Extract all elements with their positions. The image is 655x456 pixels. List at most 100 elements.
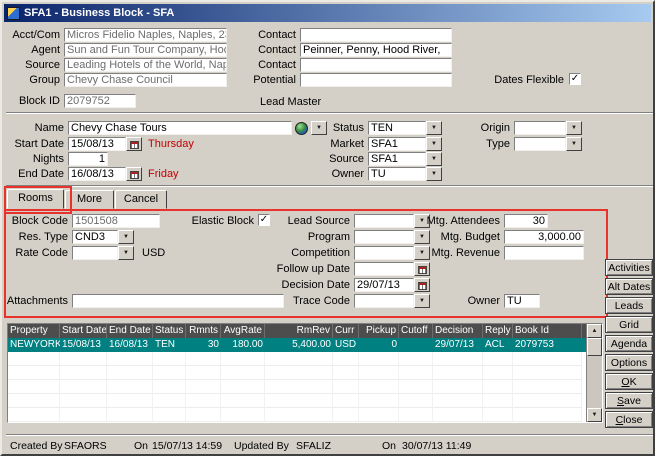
source-company-field[interactable]: Leading Hotels of the World, Naples, — [64, 58, 227, 72]
name-field[interactable]: Chevy Chase Tours — [68, 121, 292, 135]
grid-header-col-8[interactable]: Pickup — [359, 324, 399, 338]
end-date-field[interactable]: 16/08/13 — [68, 167, 126, 181]
grid-header-col-6[interactable]: RmRev — [265, 324, 333, 338]
follow-up-date-calendar-icon[interactable] — [414, 262, 430, 276]
follow-up-date-field[interactable] — [354, 262, 414, 276]
program-field[interactable] — [354, 230, 414, 244]
rate-code-label: Rate Code — [4, 247, 68, 260]
res-type-field[interactable]: CND3 — [72, 230, 118, 244]
grid-header-col-3[interactable]: Status — [153, 324, 186, 338]
rate-code-field[interactable] — [72, 246, 118, 260]
status-dropdown-arrow-icon[interactable]: ▼ — [426, 121, 442, 135]
grid-header-col-0[interactable]: Property — [8, 324, 60, 338]
tab-rooms[interactable]: Rooms — [7, 189, 64, 209]
grid-cell — [60, 366, 107, 380]
grid-header-col-11[interactable]: Reply — [483, 324, 513, 338]
grid-header-col-4[interactable]: Rmnts — [186, 324, 221, 338]
side-button-ok[interactable]: OK — [605, 373, 653, 390]
grid-row-empty[interactable] — [8, 394, 586, 408]
side-button-close[interactable]: Close — [605, 411, 653, 428]
res-type-dropdown-arrow-icon[interactable]: ▼ — [118, 230, 134, 244]
market-field[interactable]: SFA1 — [368, 137, 426, 151]
nights-field[interactable]: 1 — [68, 152, 108, 166]
owner-dropdown-arrow-icon[interactable]: ▼ — [426, 167, 442, 181]
grid-cell — [513, 394, 582, 408]
mtg-revenue-label: Mtg. Revenue — [416, 247, 500, 260]
acct-com-field[interactable]: Micros Fidelio Naples, Naples, 239-6 — [64, 28, 227, 42]
rate-code-dropdown-arrow-icon[interactable]: ▼ — [118, 246, 134, 260]
origin-label: Origin — [452, 122, 510, 135]
side-button-save[interactable]: Save — [605, 392, 653, 409]
grid-row-empty[interactable] — [8, 352, 586, 366]
scroll-up-icon[interactable]: ▲ — [587, 324, 602, 338]
side-button-options[interactable]: Options — [605, 354, 653, 371]
divider-footer — [6, 434, 653, 436]
source-label: Source — [324, 153, 364, 166]
elastic-block-checkbox[interactable] — [258, 214, 270, 226]
side-button-agenda[interactable]: Agenda — [605, 335, 653, 352]
origin-field[interactable] — [514, 121, 566, 135]
tab-more[interactable]: More — [65, 190, 114, 209]
competition-field[interactable] — [354, 246, 414, 260]
mtg-attendees-field[interactable]: 30 — [504, 214, 548, 228]
group-label: Group — [4, 74, 60, 87]
grid-cell — [186, 380, 221, 394]
agent-field[interactable]: Sun and Fun Tour Company, Hood Ri — [64, 43, 227, 57]
grid-scrollbar[interactable]: ▲ ▼ — [586, 324, 602, 422]
scroll-down-icon[interactable]: ▼ — [587, 408, 602, 422]
side-button-leads[interactable]: Leads — [605, 297, 653, 314]
start-date-field[interactable]: 15/08/13 — [68, 137, 126, 151]
grid-header-col-1[interactable]: Start Date — [60, 324, 107, 338]
source-dropdown-arrow-icon[interactable]: ▼ — [426, 152, 442, 166]
grid-header-col-5[interactable]: AvgRate — [221, 324, 265, 338]
side-button-activities[interactable]: Activities — [605, 259, 653, 276]
decision-date-field[interactable]: 29/07/13 — [354, 278, 414, 292]
potential-field[interactable] — [300, 73, 452, 87]
scroll-thumb[interactable] — [587, 338, 602, 356]
contact2-field[interactable]: Peinner, Penny, Hood River, — [300, 43, 452, 57]
titlebar[interactable]: SFA1 - Business Block - SFA — [4, 4, 651, 22]
trace-code-field[interactable] — [354, 294, 414, 308]
side-button-alt-dates[interactable]: Alt Dates — [605, 278, 653, 295]
grid-row-selected[interactable]: NEWYORK15/08/1316/08/13TEN30180.005,400.… — [8, 338, 586, 352]
block-code-field[interactable]: 1501508 — [72, 214, 160, 228]
app-icon[interactable] — [7, 7, 20, 20]
group-field[interactable]: Chevy Chase Council — [64, 73, 227, 87]
contact3-field[interactable] — [300, 58, 452, 72]
status-field[interactable]: TEN — [368, 121, 426, 135]
globe-icon[interactable] — [295, 122, 308, 135]
scroll-track[interactable] — [587, 356, 602, 408]
source-field[interactable]: SFA1 — [368, 152, 426, 166]
mtg-revenue-field[interactable] — [504, 246, 584, 260]
market-dropdown-arrow-icon[interactable]: ▼ — [426, 137, 442, 151]
dates-flexible-checkbox[interactable] — [569, 73, 581, 85]
start-date-calendar-icon[interactable] — [126, 137, 142, 151]
grid-header-col-10[interactable]: Decision — [433, 324, 483, 338]
tab-cancel[interactable]: Cancel — [115, 190, 167, 209]
grid-header-col-2[interactable]: End Date — [107, 324, 153, 338]
grid-row-empty[interactable] — [8, 366, 586, 380]
grid-row-empty[interactable] — [8, 380, 586, 394]
decision-date-calendar-icon[interactable] — [414, 278, 430, 292]
owner-field[interactable]: TU — [368, 167, 426, 181]
mtg-budget-field[interactable]: 3,000.00 — [504, 230, 584, 244]
grid-body: PropertyStart DateEnd DateStatusRmntsAvg… — [8, 324, 586, 422]
grid-cell — [221, 380, 265, 394]
grid-header-col-9[interactable]: Cutoff — [399, 324, 433, 338]
grid-cell — [107, 380, 153, 394]
grid-cell — [399, 366, 433, 380]
grid-header-col-7[interactable]: Curr — [333, 324, 359, 338]
contact1-field[interactable] — [300, 28, 452, 42]
lead-source-field[interactable] — [354, 214, 414, 228]
grid-header-col-12[interactable]: Book Id — [513, 324, 582, 338]
end-date-calendar-icon[interactable] — [126, 167, 142, 181]
rooms-owner-field[interactable]: TU — [504, 294, 540, 308]
grid-row-empty[interactable] — [8, 408, 586, 422]
grid-cell: 2079753 — [513, 338, 582, 352]
type-dropdown-arrow-icon[interactable]: ▼ — [566, 137, 582, 151]
origin-dropdown-arrow-icon[interactable]: ▼ — [566, 121, 582, 135]
type-field[interactable] — [514, 137, 566, 151]
attachments-field[interactable] — [72, 294, 284, 308]
side-button-grid[interactable]: Grid — [605, 316, 653, 333]
grid-cell — [8, 408, 60, 422]
